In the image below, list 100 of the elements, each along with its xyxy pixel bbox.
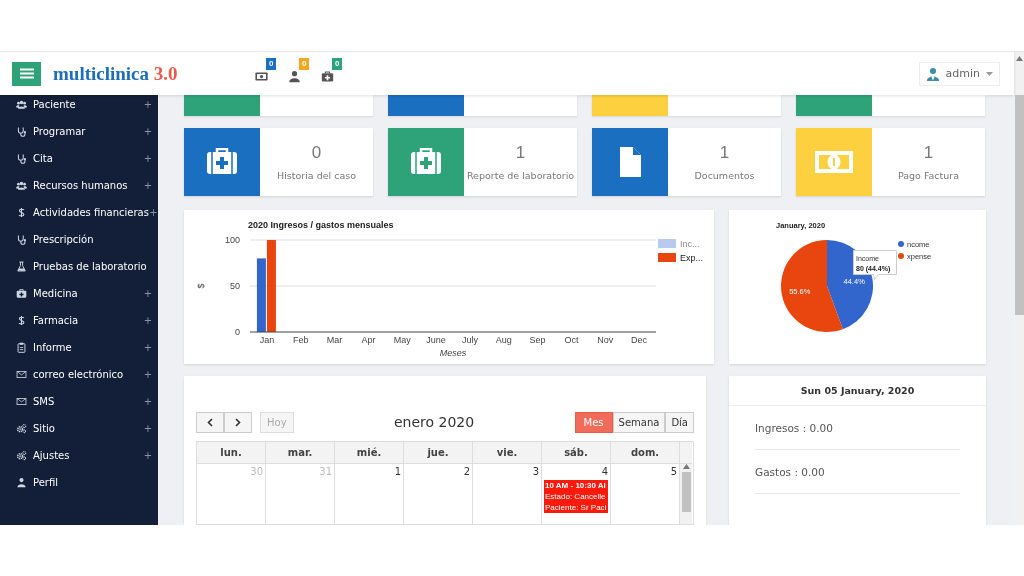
scrollbar-thumb[interactable]	[1014, 95, 1024, 315]
axis-tick-label: May	[393, 335, 411, 345]
calendar-event[interactable]: 10 AM - 10:30 AI Estado: Cancelle Paciente: Sr Paci	[544, 480, 608, 513]
users-icon	[16, 99, 27, 110]
sidebar-item[interactable]: Programar +	[0, 118, 158, 145]
user-menu-button[interactable]: admin	[918, 61, 1000, 86]
expand-toggle[interactable]: +	[138, 396, 158, 407]
axis-tick-label: Aug	[495, 335, 512, 345]
sidebar-item[interactable]: Ajustes +	[0, 442, 158, 469]
weekday-header: mar.	[266, 442, 335, 464]
expand-toggle[interactable]: +	[138, 126, 158, 137]
stat-value: 1	[719, 142, 730, 163]
day-number: 4	[601, 466, 608, 477]
expand-toggle[interactable]: +	[138, 450, 158, 461]
sidebar-item[interactable]: Pruebas de laboratorio	[0, 253, 158, 280]
axis-tick-label: Apr	[361, 335, 376, 345]
axis-tick-label: Jan	[259, 335, 275, 345]
day-cell[interactable]: 4 10 AM - 10:30 AI Estado: Cancelle Paciente: Sr Paci	[542, 464, 611, 524]
expand-toggle[interactable]: +	[138, 288, 158, 299]
menu-button[interactable]	[12, 61, 41, 86]
caret-icon	[986, 71, 993, 76]
sidebar-item[interactable]: Actividades financieras+	[0, 199, 158, 226]
sidebar-item[interactable]: Farmacia +	[0, 307, 158, 334]
day-cell[interactable]: 2	[404, 464, 473, 524]
weekday-header: dom.	[611, 442, 680, 464]
view-tab[interactable]: Día	[665, 411, 694, 433]
file-icon	[618, 146, 642, 177]
sidebar-item[interactable]: Medicina +	[0, 280, 158, 307]
stat-label: Documentos	[694, 169, 755, 181]
chevron-left-icon	[207, 417, 213, 427]
stat-value: 0	[311, 142, 322, 163]
sidebar-item[interactable]: Cita +	[0, 145, 158, 172]
stat-label: Pago Factura	[897, 169, 960, 181]
chart-title: 2020 Ingresos / gastos mensuales	[248, 220, 394, 230]
legend-label: Exp...	[680, 253, 703, 263]
banknote-icon	[815, 150, 853, 173]
day-cell[interactable]: 3	[473, 464, 542, 524]
mail-icon	[16, 369, 27, 380]
weekday-header: mié.	[335, 442, 404, 464]
weekday-header: lun.	[197, 442, 266, 464]
axis-tick-label: Feb	[293, 335, 309, 345]
cash-icon	[255, 69, 268, 83]
axis-tick-label: Mar	[326, 335, 343, 345]
scrollbar[interactable]	[1014, 52, 1024, 525]
next-button[interactable]	[224, 411, 252, 433]
scrollbar[interactable]	[680, 464, 692, 524]
axis-title: $	[196, 283, 206, 289]
expand-toggle[interactable]: +	[138, 180, 158, 191]
summary-title: Sun 05 January, 2020	[729, 376, 986, 406]
sidebar-item[interactable]: Recursos humanos +	[0, 172, 158, 199]
sidebar-item[interactable]: Sitio +	[0, 415, 158, 442]
dollar-icon	[16, 315, 27, 326]
expand-toggle[interactable]: +	[138, 315, 158, 326]
axis-tick-label: Oct	[564, 335, 579, 345]
day-number: 5	[670, 466, 677, 477]
weekday-header: jue.	[404, 442, 473, 464]
axis-tick-label: July	[461, 335, 478, 345]
sidebar-item[interactable]: Paciente +	[0, 95, 158, 118]
gears-icon	[16, 450, 27, 461]
sidebar-item[interactable]: Informe +	[0, 334, 158, 361]
legend-label: Inc...	[680, 239, 700, 249]
stat-value: 1	[923, 142, 934, 163]
medkit-icon	[16, 288, 27, 299]
expand-toggle[interactable]: +	[138, 342, 158, 353]
day-cell[interactable]: 1	[335, 464, 404, 524]
clipboard-icon	[16, 342, 27, 353]
axis-tick-label: 100	[224, 235, 240, 245]
view-tab[interactable]: Semana	[612, 411, 666, 433]
expand-toggle[interactable]: +	[138, 153, 158, 164]
day-number: 3	[532, 466, 539, 477]
axis-title: Meses	[439, 348, 467, 358]
flask-icon	[16, 261, 27, 272]
sidebar-item[interactable]: SMS +	[0, 388, 158, 415]
mail-icon	[16, 396, 27, 407]
expand-toggle[interactable]: +	[138, 369, 158, 380]
axis-tick-label: Dec	[631, 335, 648, 345]
medkit-icon	[321, 69, 334, 83]
day-number: 31	[319, 466, 332, 477]
axis-tick-label: 50	[230, 281, 240, 291]
sidebar-item[interactable]: Perfil	[0, 469, 158, 496]
count-badge: 0	[299, 57, 310, 70]
axis-tick-label: Nov	[597, 335, 614, 345]
gears-icon	[16, 423, 27, 434]
scrollbar-thumb[interactable]	[681, 472, 691, 512]
user-icon	[288, 69, 301, 83]
sidebar-item[interactable]: correo electrónico +	[0, 361, 158, 388]
chevron-right-icon	[235, 417, 241, 427]
day-number: 2	[463, 466, 470, 477]
logo-text: multiclinica 3.0	[53, 62, 179, 85]
medkit-icon	[206, 148, 238, 176]
expand-toggle[interactable]: +	[138, 99, 158, 110]
users-icon	[16, 180, 27, 191]
stat-value: 1	[515, 142, 526, 163]
previous-button[interactable]	[196, 411, 224, 433]
expand-toggle[interactable]: +	[138, 423, 158, 434]
sidebar-item[interactable]: Prescripción	[0, 226, 158, 253]
scroll-up-icon	[1015, 56, 1023, 61]
stethoscope-icon	[16, 126, 27, 137]
expand-toggle[interactable]: +	[148, 207, 158, 218]
day-number: 30	[250, 466, 263, 477]
